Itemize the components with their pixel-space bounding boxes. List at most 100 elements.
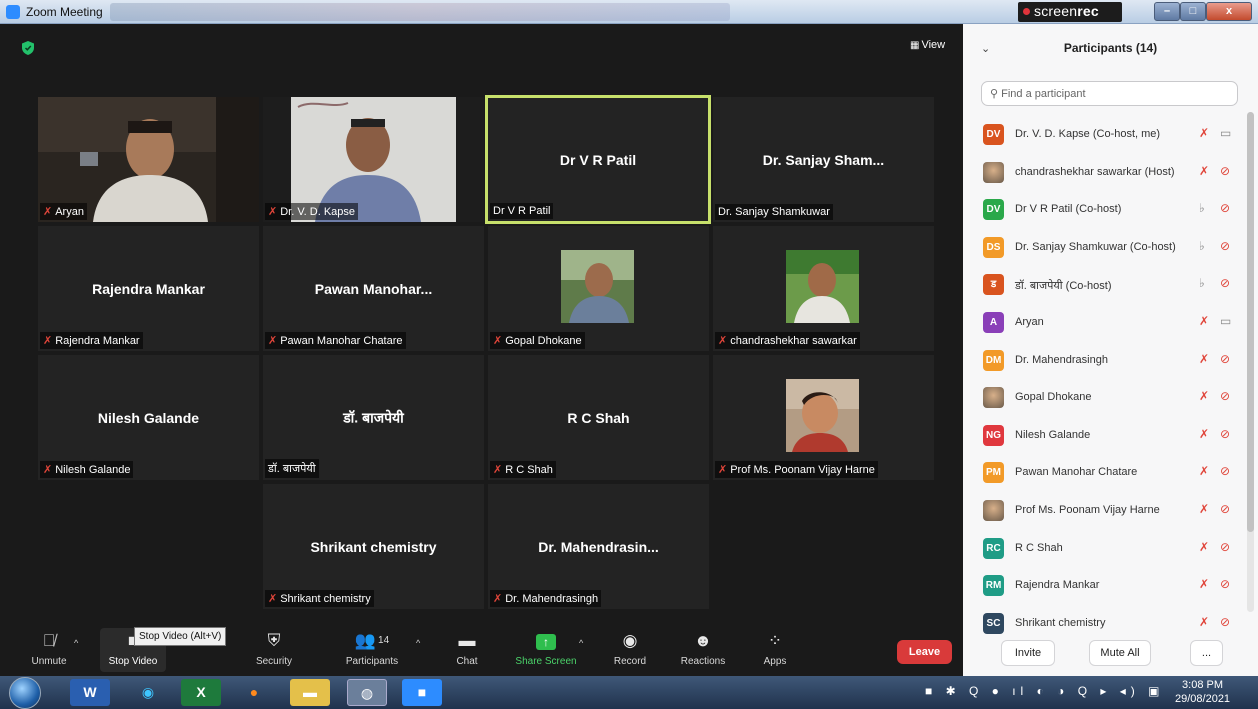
video-tile[interactable]: R C Shah ✗ R C Shah	[488, 355, 709, 480]
tile-display-name: R C Shah	[567, 409, 630, 426]
system-clock[interactable]: 3:08 PM 29/08/2021	[1175, 678, 1230, 706]
video-tile[interactable]: ✗ Gopal Dhokane	[488, 226, 709, 351]
participant-row[interactable]: RM Rajendra Mankar ✗ ⊘	[963, 567, 1245, 604]
system-tray-icons[interactable]: ■ ✱ Q ● ıl ◐ ◑ Q ▸ ◂) ▣	[925, 684, 1164, 698]
invite-button[interactable]: Invite	[1001, 640, 1055, 666]
participant-search-input[interactable]: ⚲ Find a participant	[981, 81, 1238, 106]
security-button[interactable]: ⛨ Security	[253, 628, 295, 667]
reactions-button[interactable]: ☻ Reactions	[677, 628, 729, 667]
participants-icon: 👥 14	[354, 631, 390, 650]
tile-name-label: ✗ Rajendra Mankar	[40, 332, 143, 349]
participant-avatar: DV	[983, 199, 1004, 221]
screenrec-brand: screenrec	[1034, 3, 1099, 19]
video-tile-active-speaker[interactable]: Dr V R Patil Dr V R Patil	[485, 95, 711, 224]
participant-row[interactable]: NG Nilesh Galande ✗ ⊘	[963, 417, 1245, 454]
participants-panel: ⌄ Participants (14) ⚲ Find a participant…	[963, 24, 1258, 676]
file-explorer-icon[interactable]: ▬	[290, 679, 330, 706]
start-button[interactable]	[9, 677, 41, 709]
tile-name-label: ✗ Aryan	[40, 203, 87, 220]
video-off-icon: ⊘	[1220, 464, 1231, 479]
video-tile[interactable]: डॉ. बाजपेयी डॉ. बाजपेयी	[263, 355, 484, 480]
meeting-area: ▦ View ✗ Aryan ✗ Dr. V. D. Kapse Dr V R Pat…	[0, 24, 963, 676]
video-tile[interactable]: Shrikant chemistry ✗ Shrikant chemistry	[263, 484, 484, 609]
chat-button[interactable]: ▬ Chat	[452, 628, 482, 667]
video-tile[interactable]: ✗ Prof Ms. Poonam Vijay Harne	[713, 355, 934, 480]
share-options-caret-icon[interactable]: ^	[579, 638, 583, 648]
video-tile[interactable]: ✗ chandrashekhar sawarkar	[713, 226, 934, 351]
zoom-taskbar-icon[interactable]: ■	[402, 679, 442, 706]
video-off-icon: ⊘	[1220, 614, 1231, 629]
participant-row[interactable]: Gopal Dhokane ✗ ⊘	[963, 379, 1245, 416]
mic-muted-icon: ✗	[1199, 163, 1210, 178]
zoom-app-icon	[6, 5, 20, 19]
participant-name: Dr V R Patil (Co-host)	[1015, 203, 1122, 216]
chrome-icon[interactable]: ◍	[347, 679, 387, 706]
scrollbar-thumb[interactable]	[1247, 112, 1254, 532]
participant-name: chandrashekhar sawarkar (Host)	[1015, 165, 1175, 178]
participant-avatar: DM	[983, 349, 1004, 371]
minimize-button[interactable]: –	[1154, 2, 1180, 21]
participant-row[interactable]: RC R C Shah ✗ ⊘	[963, 530, 1245, 567]
video-off-icon: ⊘	[1220, 577, 1231, 592]
video-tile[interactable]: Rajendra Mankar ✗ Rajendra Mankar	[38, 226, 259, 351]
record-button[interactable]: ◉ Record	[608, 628, 652, 667]
window-title: Zoom Meeting	[26, 5, 103, 19]
video-tile[interactable]: Nilesh Galande ✗ Nilesh Galande	[38, 355, 259, 480]
participant-row[interactable]: PM Pawan Manohar Chatare ✗ ⊘	[963, 454, 1245, 491]
video-off-icon: ⊘	[1220, 201, 1231, 216]
participant-row[interactable]: DM Dr. Mahendrasingh ✗ ⊘	[963, 342, 1245, 379]
participant-row[interactable]: DS Dr. Sanjay Shamkuwar (Co-host) ♭ ⊘	[963, 229, 1245, 266]
video-off-icon: ⊘	[1220, 502, 1231, 516]
audio-options-caret-icon[interactable]: ^	[74, 638, 78, 648]
participant-name: Dr. V. D. Kapse (Co-host, me)	[1015, 128, 1161, 140]
participant-row[interactable]: DV Dr. V. D. Kapse (Co-host, me) ✗ ▭	[963, 116, 1245, 153]
tile-display-name: Dr. Sanjay Sham...	[762, 151, 885, 168]
more-options-button[interactable]: ...	[1190, 640, 1223, 666]
participant-row[interactable]: DV Dr V R Patil (Co-host) ♭ ⊘	[963, 191, 1245, 228]
tile-name-label: ✗ R C Shah	[490, 461, 556, 478]
participants-button[interactable]: 👥 14 Participants	[340, 628, 404, 667]
participant-name: डॉ. बाजपेयी (Co-host)	[1015, 280, 1112, 293]
participants-scrollbar[interactable]	[1247, 112, 1254, 612]
video-tile[interactable]: ✗ Dr. V. D. Kapse	[263, 97, 484, 222]
video-off-icon: ⊘	[1220, 276, 1231, 291]
share-screen-button[interactable]: ↑ Share Screen	[513, 628, 579, 667]
participant-row[interactable]: A Aryan ✗ ▭	[963, 304, 1245, 341]
participant-avatar	[983, 387, 1004, 409]
edge-icon[interactable]: ◉	[128, 679, 168, 706]
firefox-icon[interactable]: ●	[234, 679, 274, 706]
mute-all-button[interactable]: Mute All	[1089, 640, 1151, 666]
apps-button[interactable]: ⁘ Apps	[760, 628, 790, 667]
video-tile[interactable]: ✗ Aryan	[38, 97, 259, 222]
mic-on-icon: ♭	[1199, 276, 1205, 291]
participant-row[interactable]: chandrashekhar sawarkar (Host) ✗ ⊘	[963, 154, 1245, 191]
video-tile[interactable]: Dr. Mahendrasin... ✗ Dr. Mahendrasingh	[488, 484, 709, 609]
video-tile[interactable]: Pawan Manohar... ✗ Pawan Manohar Chatare	[263, 226, 484, 351]
mic-muted-icon: ✗	[1199, 351, 1210, 366]
video-off-icon: ⊘	[1220, 163, 1231, 178]
tile-display-name: Rajendra Mankar	[92, 280, 205, 297]
close-button[interactable]: x	[1206, 2, 1252, 21]
mic-muted-icon: ✗	[1199, 426, 1210, 441]
participant-avatar: DV	[983, 124, 1004, 145]
participants-panel-footer: Invite Mute All ...	[963, 632, 1258, 676]
maximize-button[interactable]: □	[1180, 2, 1206, 21]
participant-avatar: ड	[983, 274, 1004, 296]
participants-count-badge: 14	[378, 635, 390, 646]
excel-icon[interactable]: X	[181, 679, 221, 706]
profile-photo-gopal	[561, 250, 634, 323]
meeting-toolbar: 🎙̸ Unmute ^ ■ Stop Video Stop Video (Alt…	[0, 624, 963, 676]
participants-options-caret-icon[interactable]: ^	[416, 638, 420, 648]
tile-display-name: Nilesh Galande	[97, 409, 200, 426]
screenrec-widget[interactable]: screenrec	[1018, 2, 1122, 22]
video-tile[interactable]: Dr. Sanjay Sham... Dr. Sanjay Shamkuwar	[713, 97, 934, 222]
leave-button[interactable]: Leave	[897, 640, 952, 664]
word-icon[interactable]: W	[70, 679, 110, 706]
encryption-shield-icon	[22, 41, 34, 55]
unmute-button[interactable]: 🎙̸ Unmute	[28, 628, 70, 667]
view-button[interactable]: ▦ View	[910, 39, 945, 51]
participant-row[interactable]: Prof Ms. Poonam Vijay Harne ✗ ⊘	[963, 492, 1245, 529]
tile-name-label: डॉ. बाजपेयी	[265, 459, 319, 478]
video-off-icon: ⊘	[1220, 351, 1231, 366]
participant-row[interactable]: ड डॉ. बाजपेयी (Co-host) ♭ ⊘	[963, 266, 1245, 303]
